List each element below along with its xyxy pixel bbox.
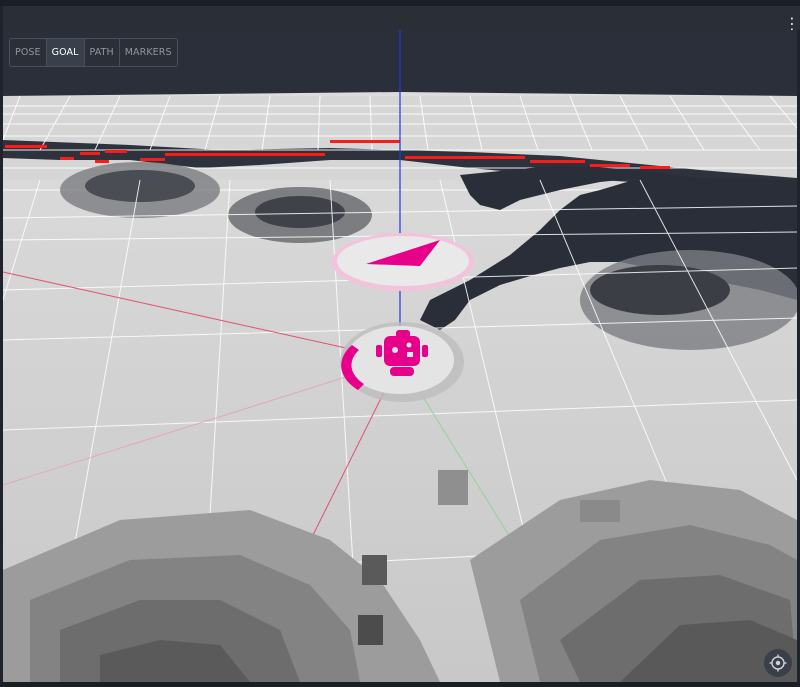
crosshair-icon (769, 654, 787, 672)
recenter-button[interactable] (764, 649, 792, 677)
robot-marker[interactable] (340, 322, 464, 402)
tab-path[interactable]: PATH (85, 39, 120, 66)
map-panel: ⋮ POSE GOAL PATH MARKERS (0, 0, 800, 687)
interaction-toolbar: POSE GOAL PATH MARKERS (9, 38, 178, 67)
tab-markers[interactable]: MARKERS (120, 39, 177, 66)
cost-blob-core (590, 265, 730, 315)
map-canvas[interactable] (3, 30, 797, 682)
panel-header: ⋮ (3, 6, 800, 33)
panel-bottom-border (0, 682, 800, 687)
map-viewport[interactable] (3, 30, 797, 682)
goal-marker[interactable] (332, 233, 474, 291)
cost-blob-core (85, 170, 195, 202)
tab-pose[interactable]: POSE (10, 39, 47, 66)
tab-goal[interactable]: GOAL (46, 39, 85, 66)
